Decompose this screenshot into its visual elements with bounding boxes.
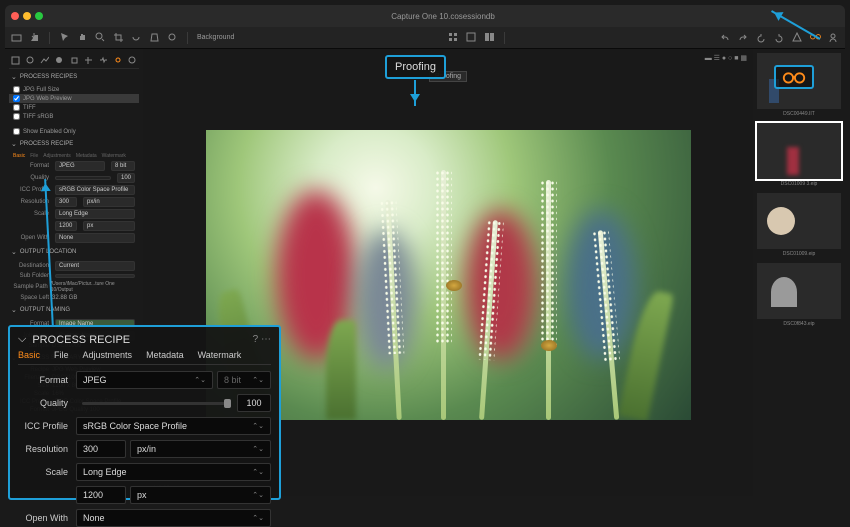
rotate-icon[interactable] [131,32,142,43]
redo-icon[interactable] [738,32,749,43]
output-header[interactable]: ⌄OUTPUT LOCATION [9,244,139,260]
show-enabled[interactable]: Show Enabled Only [9,127,139,136]
bg-label: Background [197,34,234,41]
bit-select[interactable]: 8 bit⌃⌄ [217,371,271,389]
tab-adjustments[interactable]: Adjustments [83,350,133,360]
warning-icon[interactable] [792,32,803,43]
resolution-input[interactable]: 300 [76,440,126,458]
resolution-unit[interactable]: px/in⌃⌄ [130,440,271,458]
tab-file[interactable]: File [54,350,69,360]
thumbnail[interactable]: DSC01009.eip [757,193,841,259]
arrow-icon [414,80,416,106]
undo-icon[interactable] [720,32,731,43]
more-icon[interactable]: ? ⋯ [253,334,271,345]
titlebar: Capture One 10.cosessiondb [5,5,845,27]
naming-header[interactable]: ⌄OUTPUT NAMING [9,302,139,318]
grid-icon[interactable] [448,32,459,43]
spot-icon[interactable] [167,32,178,43]
browser: DSC00449.IIT DSC01009 3.eip DSC01009.eip… [753,49,845,496]
recipe-item[interactable]: TIFF [9,103,139,112]
zoom-icon[interactable] [35,12,43,20]
recipe-header[interactable]: ⌄PROCESS RECIPE [9,136,139,152]
format-select[interactable]: JPEG⌃⌄ [76,371,213,389]
thumbnail[interactable]: DSC0f843.eip [757,263,841,329]
close-icon[interactable] [11,12,19,20]
recipe-item[interactable]: JPG Web Preview [9,94,139,103]
scale-value[interactable]: 1200 [76,486,126,504]
toolbar: Background [5,27,845,49]
rotate-right-icon[interactable] [774,32,785,43]
zoom-icon-tool[interactable] [95,32,106,43]
multi-icon[interactable] [484,32,495,43]
icc-select[interactable]: sRGB Color Space Profile [55,185,135,195]
tab-metadata[interactable]: Metadata [146,350,184,360]
callout-proofing-label: Proofing [385,55,446,79]
format-select[interactable]: JPEG [55,161,105,171]
tab-watermark[interactable]: Watermark [198,350,242,360]
recipes-header[interactable]: ⌄PROCESS RECIPES [9,69,139,85]
recipe-tabs[interactable]: BasicFileAdjustmentsMetadataWatermark [9,152,139,160]
quality-slider[interactable] [82,402,231,405]
import-icon[interactable] [11,32,22,43]
viewer-top: ▬ ☰ ● ○ ■ ▦ [143,49,753,67]
quality-input[interactable]: 100 [237,394,271,412]
panel-tabs[interactable]: Basic File Adjustments Metadata Watermar… [18,350,271,365]
crop-icon[interactable] [113,32,124,43]
keystone-icon[interactable] [149,32,160,43]
cursor-icon[interactable] [59,32,70,43]
tab-basic[interactable]: Basic [18,350,40,360]
window-title: Capture One 10.cosessiondb [47,12,839,21]
callout-glasses [774,65,814,89]
tool-tabs[interactable] [9,53,139,69]
user-icon[interactable] [828,32,839,43]
rotate-left-icon[interactable] [756,32,767,43]
thumbnail[interactable]: DSC01009 3.eip [757,123,841,189]
recipe-item[interactable]: JPG Full Size [9,85,139,94]
callout-recipe-panel: ⌵PROCESS RECIPE? ⋯ Basic File Adjustment… [8,325,281,500]
scale-select[interactable]: Long Edge⌃⌄ [76,463,271,481]
export-icon[interactable] [29,32,40,43]
minimize-icon[interactable] [23,12,31,20]
scale-unit[interactable]: px⌃⌄ [130,486,271,504]
recipe-item[interactable]: TIFF sRGB [9,112,139,121]
panel-title: PROCESS RECIPE [32,334,130,346]
icc-select[interactable]: sRGB Color Space Profile⌃⌄ [76,417,271,435]
open-with-select[interactable]: None⌃⌄ [76,509,271,527]
hand-icon[interactable] [77,32,88,43]
single-icon[interactable] [466,32,477,43]
